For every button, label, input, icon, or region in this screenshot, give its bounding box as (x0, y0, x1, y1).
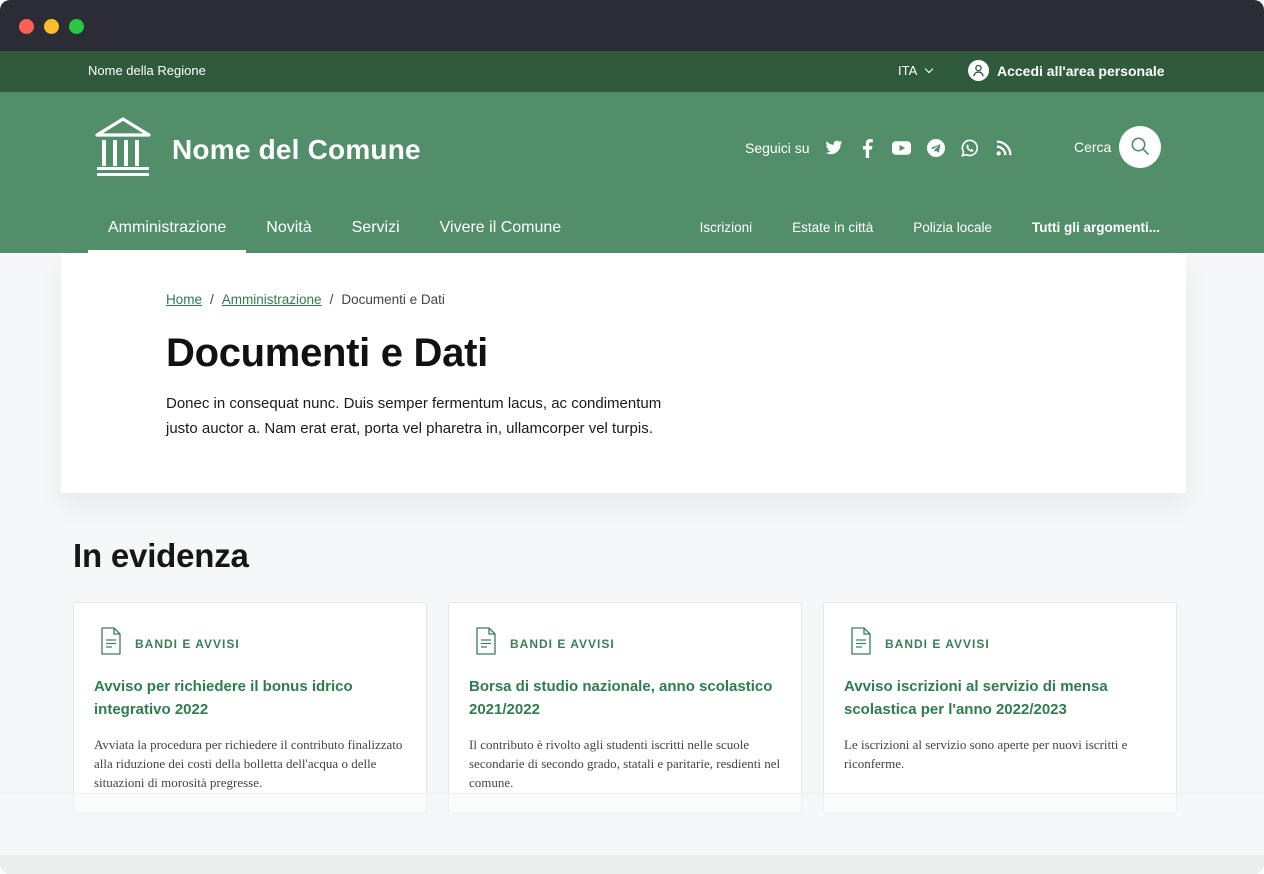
region-link[interactable]: Nome della Regione (88, 63, 206, 78)
language-label: ITA (898, 63, 918, 78)
main-navigation: Amministrazione Novità Servizi Vivere il… (0, 202, 1264, 253)
social-links: Seguici su (745, 138, 1028, 158)
nav-primary: Amministrazione Novità Servizi Vivere il… (88, 202, 581, 253)
language-selector[interactable]: ITA (898, 63, 934, 78)
maximize-window-button[interactable] (69, 19, 84, 34)
card-category: BANDI E AVVISI (476, 627, 615, 660)
minimize-window-button[interactable] (44, 19, 59, 34)
document-icon (851, 627, 871, 660)
telegram-icon[interactable] (926, 138, 946, 158)
municipality-name: Nome del Comune (172, 133, 421, 165)
card-category: BANDI E AVVISI (101, 627, 240, 660)
card-title[interactable]: Avviso per richiedere il bonus idrico in… (94, 675, 414, 721)
nav-secondary: Iscrizioni Estate in città Polizia local… (700, 202, 1160, 253)
browser-window: Nome della Regione ITA Accedi all'area p… (0, 0, 1264, 874)
page-title: Documenti e Dati (166, 331, 488, 375)
chevron-down-icon (925, 64, 934, 73)
youtube-icon[interactable] (892, 138, 912, 158)
breadcrumb: Home / Amministrazione / Documenti e Dat… (166, 292, 445, 307)
card-category-label[interactable]: BANDI E AVVISI (135, 637, 240, 651)
breadcrumb-amministrazione[interactable]: Amministrazione (222, 292, 322, 307)
card-text: Le iscrizioni al servizio sono aperte pe… (844, 737, 1128, 771)
breadcrumb-home[interactable]: Home (166, 292, 202, 307)
highlight-card[interactable]: BANDI E AVVISI Avviso per richiedere il … (73, 602, 427, 813)
next-section-strip (0, 855, 1264, 874)
login-label: Accedi all'area personale (997, 62, 1165, 79)
highlights-cards: BANDI E AVVISI Avviso per richiedere il … (73, 602, 1177, 813)
nav-topic-iscrizioni[interactable]: Iscrizioni (700, 220, 753, 235)
user-icon (968, 60, 989, 81)
center-header: Nome del Comune Seguici su Cerca (0, 92, 1264, 202)
search-button[interactable] (1119, 126, 1161, 168)
close-window-button[interactable] (19, 19, 34, 34)
nav-item-servizi[interactable]: Servizi (332, 202, 420, 253)
page-description: Donec in consequat nunc. Duis semper fer… (166, 395, 662, 437)
card-category: BANDI E AVVISI (851, 627, 990, 660)
nav-topic-estate[interactable]: Estate in città (792, 220, 873, 235)
card-title[interactable]: Borsa di studio nazionale, anno scolasti… (469, 675, 789, 721)
card-text: Il contributo è rivolto agli studenti is… (469, 737, 781, 790)
search-icon (1130, 136, 1150, 159)
card-text: Avviata la procedura per richiedere il c… (94, 737, 403, 790)
slim-header: Nome della Regione ITA Accedi all'area p… (0, 51, 1264, 92)
page-hero: Home / Amministrazione / Documenti e Dat… (61, 253, 1186, 493)
card-category-label[interactable]: BANDI E AVVISI (885, 637, 990, 651)
search-label: Cerca (1074, 139, 1112, 155)
login-button[interactable]: Accedi all'area personale (968, 60, 1165, 81)
nav-item-vivere-il-comune[interactable]: Vivere il Comune (420, 202, 582, 253)
brand-link[interactable]: Nome del Comune (94, 116, 421, 183)
card-category-label[interactable]: BANDI E AVVISI (510, 637, 615, 651)
facebook-icon[interactable] (858, 138, 878, 158)
breadcrumb-current: Documenti e Dati (341, 292, 445, 307)
document-icon (476, 627, 496, 660)
town-hall-icon (94, 116, 152, 183)
follow-label: Seguici su (745, 140, 810, 156)
window-chrome (0, 0, 1264, 51)
card-title[interactable]: Avviso iscrizioni al servizio di mensa s… (844, 675, 1164, 721)
highlight-card[interactable]: BANDI E AVVISI Borsa di studio nazionale… (448, 602, 802, 813)
nav-item-amministrazione[interactable]: Amministrazione (88, 202, 247, 253)
breadcrumb-separator: / (329, 292, 334, 307)
highlight-card[interactable]: BANDI E AVVISI Avviso iscrizioni al serv… (823, 602, 1177, 813)
breadcrumb-separator: / (210, 292, 214, 307)
twitter-icon[interactable] (824, 138, 844, 158)
scroll-fade-overlay (0, 793, 1264, 855)
document-icon (101, 627, 121, 660)
rss-icon[interactable] (994, 138, 1014, 158)
nav-item-novita[interactable]: Novità (246, 202, 331, 253)
whatsapp-icon[interactable] (960, 138, 980, 158)
nav-all-topics[interactable]: Tutti gli argomenti... (1032, 220, 1160, 235)
highlights-title: In evidenza (73, 537, 249, 574)
nav-topic-polizia[interactable]: Polizia locale (913, 220, 992, 235)
